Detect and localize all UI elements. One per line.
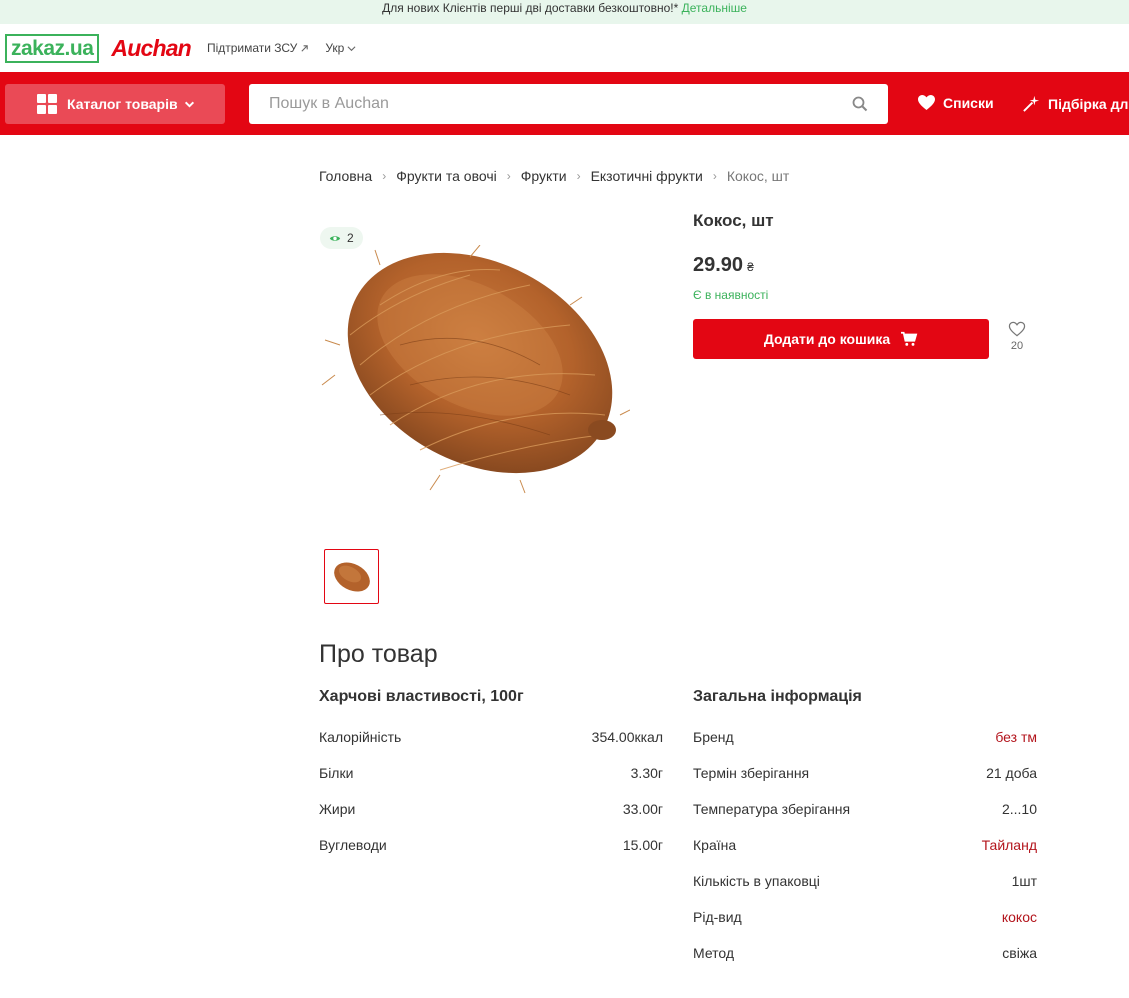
row-label: Жири [319, 801, 356, 817]
info-row: Бренд без тм [693, 729, 1037, 745]
nutrition-title: Харчові властивості, 100г [319, 688, 524, 705]
coconut-image [321, 244, 631, 494]
country-link[interactable]: Тайланд [982, 837, 1037, 853]
promo-details-link[interactable]: Детальніше [682, 1, 747, 15]
chevron-right-icon: › [712, 169, 717, 183]
search-icon[interactable] [852, 96, 868, 112]
row-value: 21 доба [986, 765, 1037, 781]
external-link-icon [301, 44, 309, 52]
row-label: Білки [319, 765, 354, 781]
lists-label: Списки [943, 94, 994, 111]
info-row: Кількість в упаковці 1шт [693, 873, 1037, 889]
row-value: 354.00ккал [591, 729, 663, 745]
support-army-label: Підтримати ЗСУ [206, 41, 298, 55]
search-input[interactable] [269, 95, 852, 113]
chevron-down-icon [347, 45, 356, 51]
heart-icon [918, 94, 935, 111]
row-label: Кількість в упаковці [693, 873, 820, 889]
brand-link[interactable]: без тм [995, 729, 1037, 745]
row-value: свіжа [1002, 945, 1037, 961]
row-label: Метод [693, 945, 735, 961]
catalog-grid-icon [37, 94, 57, 114]
stock-status: Є в наявності [693, 288, 769, 302]
search-box [249, 84, 888, 124]
coconut-thumbnail-image [333, 561, 370, 592]
breadcrumb-home[interactable]: Головна [319, 168, 372, 184]
row-label: Температура зберігання [693, 801, 851, 817]
species-link[interactable]: кокос [1002, 909, 1037, 925]
catalog-button[interactable]: Каталог товарів [5, 84, 225, 124]
nutrition-row: Білки 3.30г [319, 765, 663, 781]
row-label: Бренд [693, 729, 734, 745]
breadcrumb-exotic-fruits[interactable]: Екзотичні фрукти [591, 168, 703, 184]
chevron-right-icon: › [506, 169, 511, 183]
product-price: 29.90 ₴ [693, 254, 754, 277]
row-label: Країна [693, 837, 737, 853]
breadcrumb: Головна › Фрукти та овочі › Фрукти › Екз… [319, 168, 789, 184]
main-nav-bar: Каталог товарів Списки Підбірка дл [0, 72, 1129, 135]
favorite-button[interactable]: 20 [1004, 321, 1030, 352]
info-row: Термін зберігання 21 доба [693, 765, 1037, 781]
row-label: Термін зберігання [693, 765, 810, 781]
cart-icon [901, 331, 918, 346]
info-row: Країна Тайланд [693, 837, 1037, 853]
selection-label: Підбірка дл [1048, 95, 1129, 112]
row-value: 2...10 [1001, 801, 1037, 817]
add-to-cart-button[interactable]: Додати до кошика [693, 319, 989, 359]
heart-outline-icon [1008, 321, 1026, 337]
nutrition-row: Калорійність 354.00ккал [319, 729, 663, 745]
breadcrumb-fruits-vegetables[interactable]: Фрукти та овочі [396, 168, 497, 184]
chevron-down-icon [184, 101, 194, 108]
row-label: Калорійність [319, 729, 402, 745]
info-row: Температура зберігання 2...10 [693, 801, 1037, 817]
magic-wand-icon [1023, 95, 1040, 112]
row-value: 33.00г [622, 801, 663, 817]
product-title: Кокос, шт [693, 211, 774, 230]
row-value: 15.00г [622, 837, 663, 853]
row-value: 3.30г [630, 765, 663, 781]
nutrition-row: Вуглеводи 15.00г [319, 837, 663, 853]
promo-text: Для нових Клієнтів перші дві доставки бе… [382, 1, 679, 15]
breadcrumb-current: Кокос, шт [726, 168, 790, 184]
product-thumbnail[interactable] [324, 549, 379, 604]
info-row: Рід-вид кокос [693, 909, 1037, 925]
catalog-label: Каталог товарів [67, 96, 178, 112]
favorites-count: 20 [1010, 340, 1024, 352]
zakaz-logo[interactable]: zakaz.ua [5, 33, 100, 63]
promo-banner: Для нових Клієнтів перші дві доставки бе… [0, 0, 1129, 24]
breadcrumb-fruits[interactable]: Фрукти [521, 168, 567, 184]
support-army-link[interactable]: Підтримати ЗСУ [207, 41, 309, 55]
row-label: Вуглеводи [319, 837, 387, 853]
language-selector[interactable]: Укр [325, 41, 356, 55]
selection-link[interactable]: Підбірка дл [1022, 94, 1128, 113]
general-info-title: Загальна інформація [693, 688, 862, 705]
eye-icon [329, 235, 341, 241]
auchan-logo[interactable]: Auchan [111, 35, 191, 62]
info-row: Метод свіжа [693, 945, 1037, 961]
currency-symbol: ₴ [747, 260, 754, 274]
price-value: 29.90 [693, 254, 744, 276]
chevron-right-icon: › [382, 169, 387, 183]
add-to-cart-label: Додати до кошика [763, 331, 891, 347]
chevron-right-icon: › [576, 169, 581, 183]
views-count: 2 [347, 231, 354, 245]
about-title: Про товар [319, 640, 438, 668]
lists-link[interactable]: Списки [917, 94, 994, 111]
top-bar: zakaz.ua Auchan Підтримати ЗСУ Укр [0, 24, 1129, 72]
nutrition-row: Жири 33.00г [319, 801, 663, 817]
product-image[interactable] [320, 244, 631, 495]
row-label: Рід-вид [693, 909, 742, 925]
row-value: 1шт [1011, 873, 1037, 889]
language-label: Укр [325, 41, 345, 55]
